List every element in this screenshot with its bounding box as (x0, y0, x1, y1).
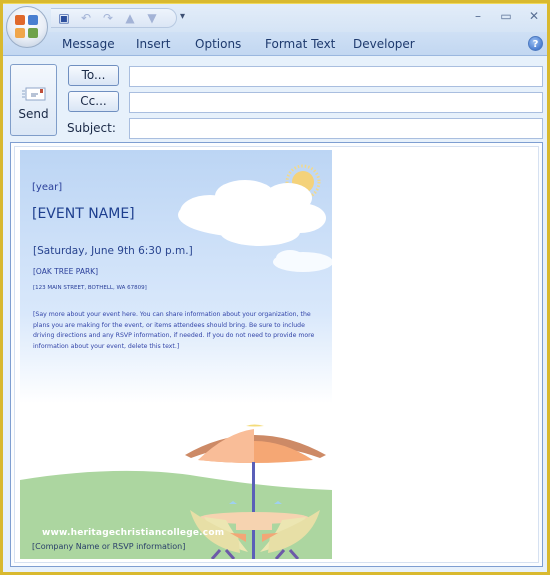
message-body[interactable]: [year] [EVENT NAME] [Saturday, June 9th … (10, 142, 543, 567)
subject-field[interactable] (129, 118, 543, 139)
tab-format-text[interactable]: Format Text (265, 37, 335, 51)
tab-options[interactable]: Options (195, 37, 241, 51)
flyer-event-name: [EVENT NAME] (32, 206, 135, 222)
outlook-message-window: ▣ ↶ ↷ ▲ ▼ ▾ – ▭ ✕ Message Insert Options… (3, 3, 547, 572)
flyer-date-time: [Saturday, June 9th 6:30 p.m.] (33, 245, 193, 257)
previous-item-icon[interactable]: ▲ (123, 11, 137, 25)
cc-field[interactable] (129, 92, 543, 113)
flyer-year: [year] (32, 182, 63, 193)
subject-label: Subject: (67, 121, 116, 135)
office-logo-icon (15, 15, 39, 39)
title-bar: ▣ ↶ ↷ ▲ ▼ ▾ – ▭ ✕ (3, 4, 547, 32)
window-controls: – ▭ ✕ (471, 9, 541, 23)
close-icon[interactable]: ✕ (527, 9, 541, 23)
flyer-description: [Say more about your event here. You can… (33, 311, 315, 350)
flyer-location: [OAK TREE PARK] (33, 267, 99, 276)
minimize-icon[interactable]: – (471, 9, 485, 23)
quick-access-toolbar: ▣ ↶ ↷ ▲ ▼ (51, 8, 177, 28)
office-button[interactable] (6, 6, 48, 48)
cc-button[interactable]: Cc... (68, 91, 119, 112)
help-icon[interactable]: ? (528, 36, 543, 51)
event-flyer: [year] [EVENT NAME] [Saturday, June 9th … (20, 150, 332, 559)
send-label: Send (18, 107, 49, 121)
next-item-icon[interactable]: ▼ (145, 11, 159, 25)
envelope-icon (22, 87, 46, 101)
customize-toolbar-icon[interactable]: ▾ (180, 11, 185, 22)
tab-developer[interactable]: Developer (353, 37, 415, 51)
cloud-small (273, 250, 332, 272)
flyer-company: [Company Name or RSVP information] (32, 542, 186, 551)
ribbon-tabs: Message Insert Options Format Text Devel… (3, 32, 547, 56)
tab-message[interactable]: Message (62, 37, 115, 51)
maximize-icon[interactable]: ▭ (499, 9, 513, 23)
to-field[interactable] (129, 66, 543, 87)
save-icon[interactable]: ▣ (57, 11, 71, 25)
send-button[interactable]: Send (10, 64, 57, 136)
redo-icon[interactable]: ↷ (101, 11, 115, 25)
message-body-editor[interactable]: [year] [EVENT NAME] [Saturday, June 9th … (14, 146, 539, 563)
tab-insert[interactable]: Insert (136, 37, 170, 51)
cloud-large (178, 180, 326, 246)
watermark-text: www.heritagechristiancollege.com (42, 528, 225, 538)
to-button[interactable]: To... (68, 65, 119, 86)
undo-icon[interactable]: ↶ (79, 11, 93, 25)
flyer-address: [123 MAIN STREET, BOTHELL, WA 67809] (33, 285, 147, 291)
